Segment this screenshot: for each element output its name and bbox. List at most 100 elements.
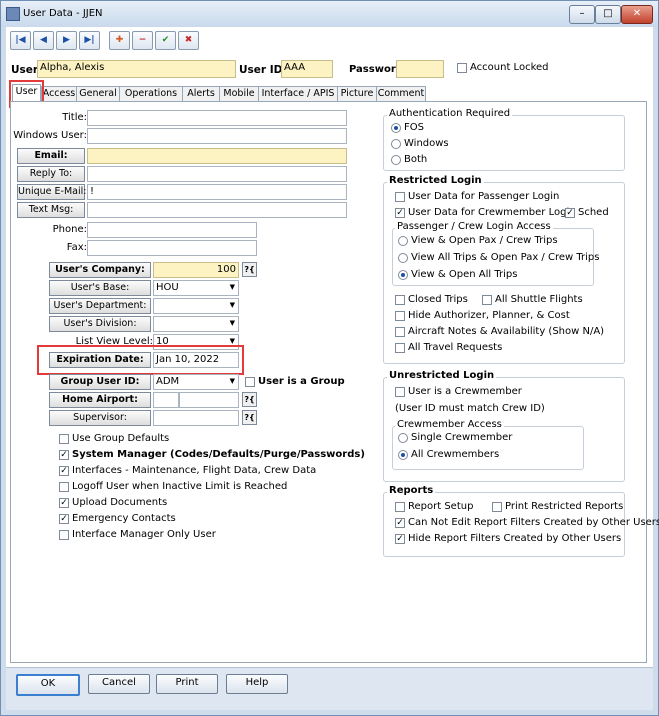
next-record-button[interactable]: ▶ xyxy=(56,31,77,50)
title-bar: User Data - JJEN – □ ✕ xyxy=(1,1,658,27)
view-open-all-radio[interactable] xyxy=(398,270,408,280)
company-lookup-button[interactable]: ?{ xyxy=(242,262,257,277)
authentication-title: Authentication Required xyxy=(387,108,513,119)
use-group-defaults-checkbox[interactable] xyxy=(59,434,69,444)
single-crewmember-radio[interactable] xyxy=(398,433,408,443)
restricted-login-title: Restricted Login xyxy=(387,175,484,186)
home-airport-button[interactable]: Home Airport: xyxy=(49,392,151,408)
app-icon xyxy=(6,7,20,21)
use-group-defaults-label: Use Group Defaults xyxy=(72,433,170,444)
passenger-login-checkbox[interactable] xyxy=(395,192,405,202)
tab-interface-apis[interactable]: Interface / APIS xyxy=(258,86,338,102)
email-button[interactable]: Email: xyxy=(17,148,85,164)
user-name-field[interactable]: Alpha, Alexis xyxy=(37,60,236,78)
users-division-button[interactable]: User's Division: xyxy=(49,316,151,332)
all-shuttle-checkbox[interactable] xyxy=(482,295,492,305)
users-division-dropdown[interactable] xyxy=(153,316,239,332)
client-area: |◀ ◀ ▶ ▶| ✚ − ✔ ✖ User: Alpha, Alexis Us… xyxy=(6,27,659,710)
title-field[interactable] xyxy=(87,110,347,126)
system-manager-checkbox[interactable]: ✓ xyxy=(59,450,69,460)
home-airport-code-field[interactable] xyxy=(153,392,179,408)
upload-documents-checkbox[interactable]: ✓ xyxy=(59,498,69,508)
tab-access[interactable]: Access xyxy=(41,86,77,102)
unique-email-field[interactable]: ! xyxy=(87,184,347,200)
users-base-button[interactable]: User's Base: xyxy=(49,280,151,296)
tab-mobile[interactable]: Mobile xyxy=(219,86,259,102)
is-crewmember-checkbox[interactable] xyxy=(395,387,405,397)
windows-user-field[interactable] xyxy=(87,128,347,144)
supervisor-field[interactable] xyxy=(153,410,239,426)
logoff-checkbox[interactable] xyxy=(59,482,69,492)
supervisor-button[interactable]: Supervisor: xyxy=(49,410,151,426)
print-button[interactable]: Print xyxy=(156,674,218,694)
supervisor-lookup-button[interactable]: ?{ xyxy=(242,410,257,425)
password-field[interactable] xyxy=(396,60,444,78)
hide-filters-checkbox[interactable]: ✓ xyxy=(395,534,405,544)
first-record-button[interactable]: |◀ xyxy=(10,31,31,50)
print-restricted-checkbox[interactable] xyxy=(492,502,502,512)
users-department-dropdown[interactable] xyxy=(153,298,239,314)
add-record-button[interactable]: ✚ xyxy=(109,31,130,50)
cancel-button[interactable]: Cancel xyxy=(88,674,150,694)
delete-record-button[interactable]: − xyxy=(132,31,153,50)
last-record-button[interactable]: ▶| xyxy=(79,31,100,50)
users-department-button[interactable]: User's Department: xyxy=(49,298,151,314)
unique-email-button[interactable]: Unique E-Mail: xyxy=(17,184,86,200)
home-airport-name-field[interactable] xyxy=(179,392,239,408)
system-manager-label: System Manager (Codes/Defaults/Purge/Pas… xyxy=(72,449,365,460)
ok-button[interactable]: OK xyxy=(16,674,80,696)
users-company-field[interactable]: 100 xyxy=(153,262,239,278)
emergency-contacts-checkbox[interactable]: ✓ xyxy=(59,514,69,524)
user-data-window: User Data - JJEN – □ ✕ |◀ ◀ ▶ ▶| ✚ − ✔ ✖… xyxy=(0,0,659,716)
crewmember-login-checkbox[interactable]: ✓ xyxy=(395,208,405,218)
user-id-label: User ID: xyxy=(239,64,287,76)
account-locked-checkbox[interactable] xyxy=(457,63,467,73)
tab-alerts[interactable]: Alerts xyxy=(182,86,220,102)
group-user-id-dropdown[interactable]: ADM xyxy=(153,374,239,390)
upload-documents-label: Upload Documents xyxy=(72,497,168,508)
auth-fos-radio[interactable] xyxy=(391,123,401,133)
maximize-button[interactable]: □ xyxy=(595,5,621,24)
minimize-button[interactable]: – xyxy=(569,5,595,24)
closed-trips-checkbox[interactable] xyxy=(395,295,405,305)
all-travel-checkbox[interactable] xyxy=(395,343,405,353)
users-company-button[interactable]: User's Company: xyxy=(49,262,151,278)
users-base-dropdown[interactable]: HOU xyxy=(153,280,239,296)
view-open-pax-radio[interactable] xyxy=(398,236,408,246)
reply-to-button[interactable]: Reply To: xyxy=(17,166,85,182)
interface-manager-checkbox[interactable] xyxy=(59,530,69,540)
report-setup-checkbox[interactable] xyxy=(395,502,405,512)
cancel-edit-button[interactable]: ✖ xyxy=(178,31,199,50)
close-button[interactable]: ✕ xyxy=(621,5,653,24)
user-is-group-checkbox[interactable] xyxy=(245,377,255,387)
all-shuttle-label: All Shuttle Flights xyxy=(495,294,583,305)
group-user-id-button[interactable]: Group User ID: xyxy=(49,374,151,390)
single-crewmember-label: Single Crewmember xyxy=(411,432,513,443)
tab-general[interactable]: General xyxy=(76,86,120,102)
sched-checkbox[interactable]: ✓ xyxy=(565,208,575,218)
user-id-field[interactable]: AAA xyxy=(281,60,333,78)
fax-field[interactable] xyxy=(87,240,257,256)
view-all-open-pax-radio[interactable] xyxy=(398,253,408,263)
cannot-edit-filters-checkbox[interactable]: ✓ xyxy=(395,518,405,528)
auth-both-radio[interactable] xyxy=(391,155,401,165)
view-all-open-pax-label: View All Trips & Open Pax / Crew Trips xyxy=(411,252,600,263)
previous-record-button[interactable]: ◀ xyxy=(33,31,54,50)
airport-lookup-button[interactable]: ?{ xyxy=(242,392,257,407)
reply-to-field[interactable] xyxy=(87,166,347,182)
interfaces-checkbox[interactable]: ✓ xyxy=(59,466,69,476)
email-field[interactable] xyxy=(87,148,347,164)
aircraft-notes-checkbox[interactable] xyxy=(395,327,405,337)
tab-operations[interactable]: Operations xyxy=(119,86,183,102)
auth-windows-radio[interactable] xyxy=(391,139,401,149)
text-msg-field[interactable] xyxy=(87,202,347,218)
login-access-title: Passenger / Crew Login Access xyxy=(395,221,553,232)
text-msg-button[interactable]: Text Msg: xyxy=(17,202,85,218)
tab-picture[interactable]: Picture xyxy=(337,86,377,102)
all-crewmembers-radio[interactable] xyxy=(398,450,408,460)
confirm-button[interactable]: ✔ xyxy=(155,31,176,50)
tab-comment[interactable]: Comment xyxy=(376,86,426,102)
hide-authorizer-checkbox[interactable] xyxy=(395,311,405,321)
help-button[interactable]: Help xyxy=(226,674,288,694)
phone-field[interactable] xyxy=(87,222,257,238)
